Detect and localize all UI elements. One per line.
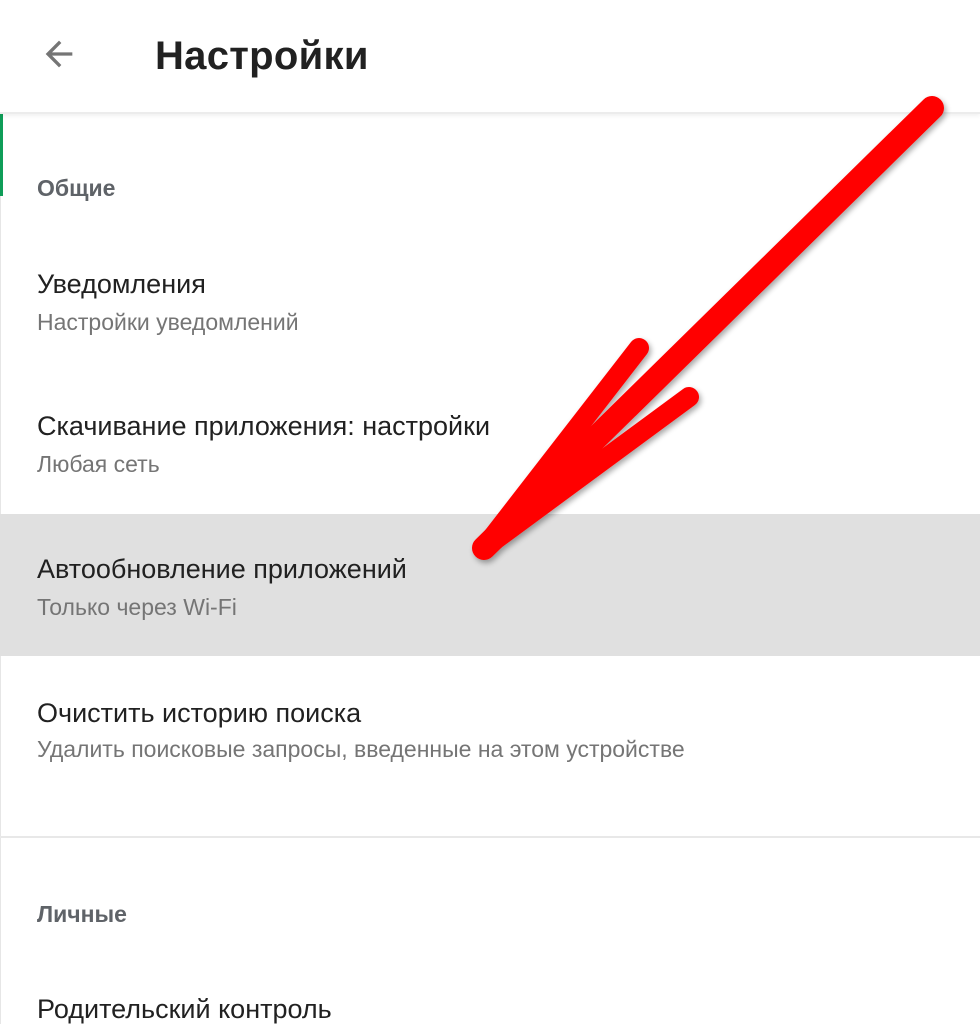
setting-subtitle: Любая сеть <box>37 451 160 477</box>
app-bar: Настройки <box>0 0 980 114</box>
arrow-back-icon <box>45 40 73 68</box>
setting-item-notifications[interactable]: Уведомления Настройки уведомлений <box>0 236 980 372</box>
setting-title: Автообновление приложений <box>37 554 407 584</box>
settings-screen: Настройки Общие Уведомления Настройки ув… <box>0 0 980 1024</box>
setting-title: Уведомления <box>37 269 206 299</box>
setting-item-parental-controls[interactable]: Родительский контроль <box>0 960 980 1024</box>
setting-item-download-preferences[interactable]: Скачивание приложения: настройки Любая с… <box>0 372 980 514</box>
setting-subtitle: Настройки уведомлений <box>37 309 299 335</box>
page-title: Настройки <box>155 34 369 78</box>
section-header-general: Общие <box>37 175 116 201</box>
setting-title: Скачивание приложения: настройки <box>37 411 491 441</box>
setting-title: Родительский контроль <box>37 994 332 1024</box>
setting-item-clear-search-history[interactable]: Очистить историю поиска Удалить поисковы… <box>0 656 980 798</box>
setting-subtitle: Удалить поисковые запросы, введенные на … <box>37 736 685 762</box>
setting-subtitle: Только через Wi-Fi <box>37 594 237 620</box>
section-divider <box>0 836 980 838</box>
setting-title: Очистить историю поиска <box>37 698 362 728</box>
setting-item-auto-update[interactable]: Автообновление приложений Только через W… <box>0 514 980 656</box>
section-header-personal: Личные <box>37 901 127 927</box>
back-button[interactable] <box>30 28 88 80</box>
